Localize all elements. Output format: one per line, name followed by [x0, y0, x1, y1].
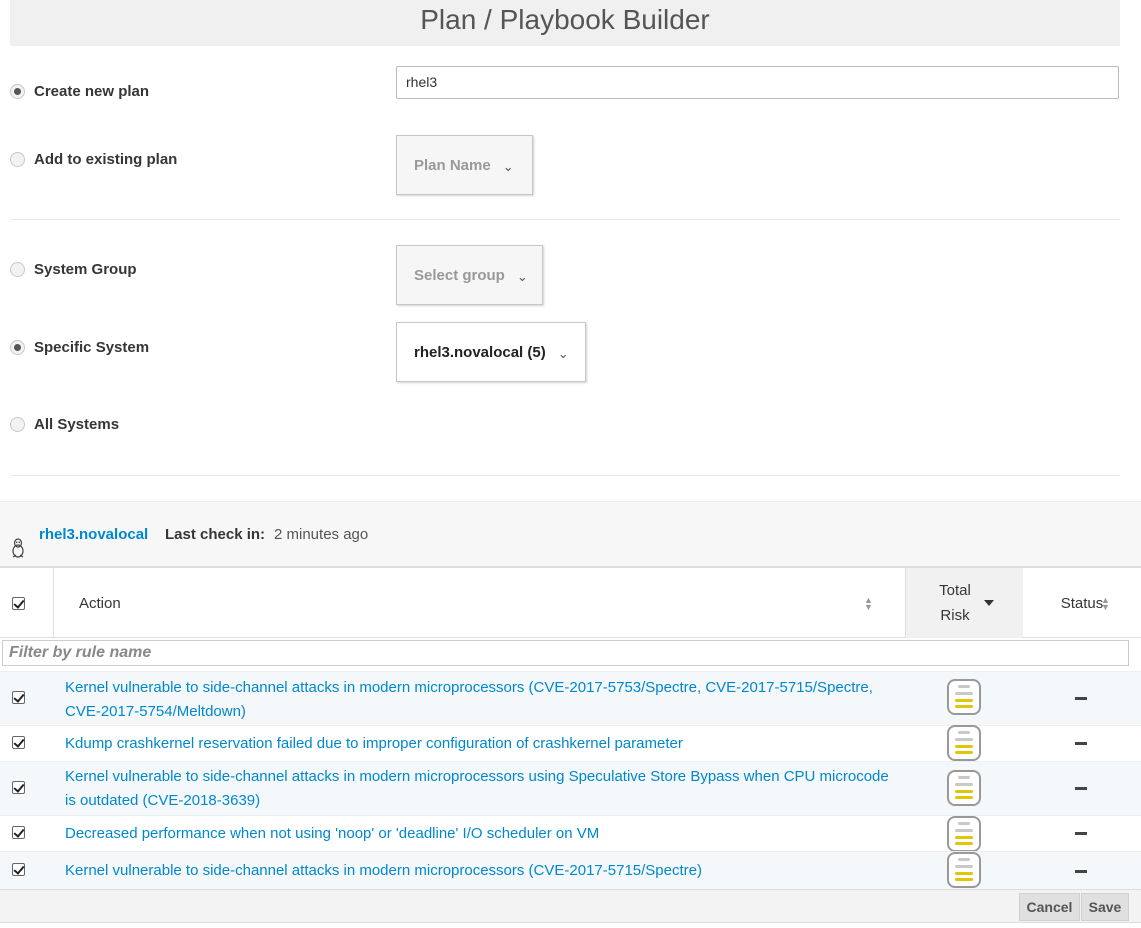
status-none-icon [1075, 832, 1087, 835]
last-check-label: Last check in: [165, 526, 266, 543]
footer-bar: Cancel Save [0, 889, 1141, 923]
column-header-total-risk-label: Total Risk [939, 582, 971, 624]
table-row: Kdump crashkernel reservation failed due… [0, 725, 1141, 761]
table-row: Kernel vulnerable to side-channel attack… [0, 851, 1141, 889]
column-header-total-risk[interactable]: Total Risk [906, 568, 1023, 638]
rule-action-link[interactable]: Kernel vulnerable to side-channel attack… [65, 859, 895, 883]
select-group-dropdown-label: Select group [414, 266, 505, 284]
specific-system-dropdown[interactable]: rhel3.novalocal (5) ⌄ [396, 322, 586, 382]
last-check-value: 2 minutes ago [274, 526, 369, 543]
all-systems-option[interactable]: All Systems [10, 416, 119, 433]
select-all-cell [0, 568, 54, 638]
status-none-icon [1075, 742, 1087, 745]
rule-action-link[interactable]: Kernel vulnerable to side-channel attack… [65, 765, 895, 813]
table-row: Kernel vulnerable to side-channel attack… [0, 671, 1141, 725]
risk-level-icon [947, 816, 981, 852]
chevron-down-icon: ⌄ [557, 346, 569, 361]
save-button[interactable]: Save [1081, 893, 1129, 921]
create-new-plan-label: Create new plan [34, 83, 150, 100]
system-group-option[interactable]: System Group [10, 261, 137, 278]
linux-penguin-icon [12, 538, 24, 558]
risk-level-icon [947, 679, 981, 715]
column-header-status[interactable]: Status ▲ ▼ [1023, 568, 1141, 638]
sort-icon[interactable]: ▲ ▼ [864, 596, 873, 612]
all-systems-radio[interactable] [10, 417, 25, 432]
sort-desc-icon[interactable] [984, 600, 994, 606]
row-checkbox[interactable] [12, 691, 25, 704]
select-all-checkbox[interactable] [12, 596, 25, 610]
table-row: Kernel vulnerable to side-channel attack… [0, 761, 1141, 815]
add-to-existing-plan-label: Add to existing plan [34, 151, 178, 168]
select-group-dropdown[interactable]: Select group ⌄ [396, 245, 543, 305]
filter-row: Filter by rule name [0, 638, 1141, 671]
filter-by-rule-name-input[interactable]: Filter by rule name [2, 640, 1129, 666]
risk-level-icon [947, 770, 981, 806]
column-header-action[interactable]: Action ▲ ▼ [54, 568, 906, 638]
row-checkbox[interactable] [12, 826, 25, 839]
add-to-existing-plan-option[interactable]: Add to existing plan [10, 151, 177, 168]
risk-level-icon [947, 725, 981, 761]
specific-system-label: Specific System [34, 339, 150, 356]
specific-system-option[interactable]: Specific System [10, 339, 149, 356]
status-none-icon [1075, 787, 1087, 790]
system-name-link[interactable]: rhel3.novalocal [39, 526, 148, 543]
specific-system-dropdown-label: rhel3.novalocal (5) [414, 343, 546, 361]
add-to-existing-plan-radio[interactable] [10, 152, 25, 167]
specific-system-radio[interactable] [10, 340, 25, 355]
title-bar: Plan / Playbook Builder [10, 0, 1120, 46]
plan-name-dropdown-label: Plan Name [414, 156, 491, 174]
rule-action-link[interactable]: Decreased performance when not using 'no… [65, 822, 895, 846]
system-header: rhel3.novalocal Last check in: 2 minutes… [0, 501, 1141, 566]
column-header-status-label: Status [1060, 594, 1104, 612]
chevron-down-icon: ⌄ [516, 269, 528, 284]
cancel-button[interactable]: Cancel [1019, 893, 1080, 921]
row-checkbox[interactable] [12, 781, 25, 794]
risk-level-icon [947, 852, 981, 888]
table-row: Decreased performance when not using 'no… [0, 815, 1141, 852]
plan-name-dropdown[interactable]: Plan Name ⌄ [396, 135, 533, 195]
create-new-plan-radio[interactable] [10, 84, 25, 99]
section-divider [10, 475, 1120, 476]
row-checkbox[interactable] [12, 736, 25, 749]
rule-action-link[interactable]: Kernel vulnerable to side-channel attack… [65, 676, 895, 724]
system-group-radio[interactable] [10, 262, 25, 277]
status-none-icon [1075, 870, 1087, 873]
column-header-action-label: Action [79, 594, 121, 612]
rule-action-link[interactable]: Kdump crashkernel reservation failed due… [65, 732, 895, 756]
create-new-plan-option[interactable]: Create new plan [10, 83, 149, 100]
status-none-icon [1075, 697, 1087, 700]
plan-name-input[interactable]: rhel3 [396, 66, 1119, 99]
section-divider [10, 219, 1120, 220]
chevron-down-icon: ⌄ [502, 159, 514, 174]
row-checkbox[interactable] [12, 863, 25, 876]
sort-icon[interactable]: ▲ ▼ [1101, 596, 1110, 612]
table-header: Action ▲ ▼ Total Risk Status ▲ ▼ [0, 566, 1141, 638]
page-title: Plan / Playbook Builder [420, 4, 710, 35]
all-systems-label: All Systems [34, 416, 120, 433]
system-group-label: System Group [34, 261, 137, 278]
